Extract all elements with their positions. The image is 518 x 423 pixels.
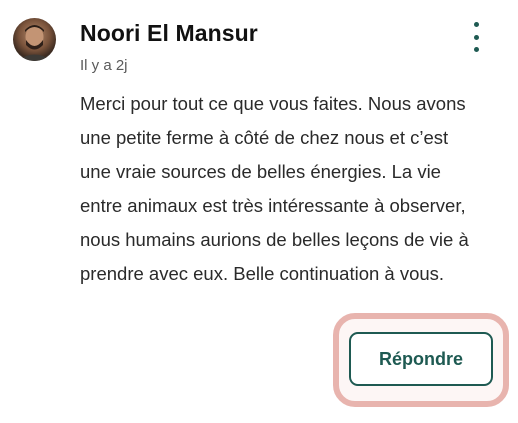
more-vertical-icon-dot bbox=[473, 47, 479, 52]
more-options-button[interactable] bbox=[466, 20, 486, 54]
more-vertical-icon bbox=[473, 22, 479, 27]
avatar-photo bbox=[17, 25, 52, 61]
avatar[interactable] bbox=[13, 18, 56, 61]
comment-card: Noori El Mansur Il y a 2j Merci pour tou… bbox=[0, 0, 518, 423]
comment-text: Merci pour tout ce que vous faites. Nous… bbox=[80, 93, 469, 284]
more-vertical-icon-dot bbox=[473, 34, 479, 40]
author-name[interactable]: Noori El Mansur bbox=[80, 20, 258, 47]
comment-timestamp: Il y a 2j bbox=[80, 57, 128, 74]
reply-button[interactable]: Répondre bbox=[349, 332, 493, 386]
